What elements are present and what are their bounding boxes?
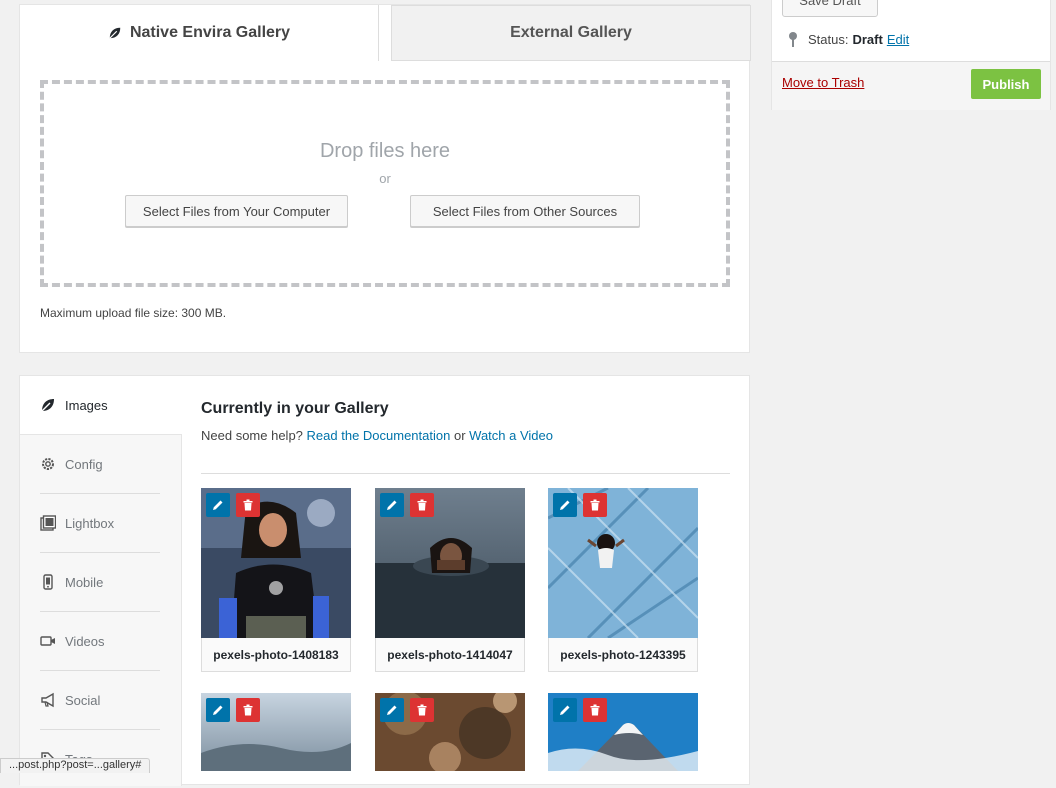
delete-image-button[interactable] [410,698,434,722]
trash-icon [590,704,600,716]
pin-icon [789,32,797,47]
delete-image-button[interactable] [583,698,607,722]
pencil-icon [213,500,223,510]
publish-panel: Save Draft Status: Draft Edit Move to Tr… [771,0,1051,110]
edit-image-button[interactable] [380,698,404,722]
nav-label: Config [65,456,103,472]
nav-item-videos[interactable]: Videos [40,612,160,670]
trash-icon [590,499,600,511]
nav-item-images[interactable]: Images [40,376,160,434]
nav-label: Mobile [65,574,104,590]
gallery-image-item[interactable] [548,693,698,771]
edit-image-button[interactable] [206,493,230,517]
nav-label: Images [65,397,108,413]
post-status-row: Status: Draft Edit [786,31,909,47]
gallery-image-item[interactable]: pexels-photo-1414047 [375,488,525,672]
leaf-icon [41,399,54,412]
megaphone-icon [41,692,54,708]
drop-or-text: or [379,171,391,186]
tab-label: External Gallery [510,24,632,41]
pencil-icon [560,500,570,510]
tab-label: Native Envira Gallery [129,24,291,41]
select-files-computer-button[interactable]: Select Files from Your Computer [125,195,348,227]
drop-files-title: Drop files here [319,140,451,162]
gear-icon [42,458,54,470]
image-filename: pexels-photo-1414047 [375,638,525,672]
nav-item-lightbox[interactable]: Lightbox [40,494,160,552]
nav-label: Videos [65,633,105,649]
delete-image-button[interactable] [236,493,260,517]
select-files-other-sources-button[interactable]: Select Files from Other Sources [410,195,640,227]
video-icon [40,636,55,646]
delete-image-button[interactable] [236,698,260,722]
leaf-icon [109,27,121,39]
trash-icon [243,499,253,511]
status-label: Status: [808,31,849,47]
max-upload-size-note: Maximum upload file size: 300 MB. [40,306,227,320]
gallery-image-item[interactable] [375,693,525,771]
gallery-help-text: Need some help? Read the Documentation o… [201,428,553,443]
image-filename: pexels-photo-1243395 [548,638,698,672]
tab-external-gallery[interactable]: External Gallery [391,5,751,61]
upload-panel: Native Envira Gallery External Gallery D… [19,4,751,353]
move-to-trash-link[interactable]: Move to Trash [782,75,864,90]
publish-button[interactable]: Publish [971,69,1041,99]
save-draft-button[interactable]: Save Draft [782,0,878,17]
status-edit-link[interactable]: Edit [887,32,909,47]
edit-image-button[interactable] [206,698,230,722]
edit-image-button[interactable] [380,493,404,517]
nav-item-social[interactable]: Social [40,671,160,729]
image-filename: pexels-photo-1408183 [201,638,351,672]
pencil-icon [560,705,570,715]
gallery-image-item[interactable]: pexels-photo-1408183 [201,488,351,672]
edit-image-button[interactable] [553,698,577,722]
gallery-heading: Currently in your Gallery [201,400,389,417]
tab-native-envira-gallery[interactable]: Native Envira Gallery [20,5,379,61]
delete-image-button[interactable] [583,493,607,517]
mobile-icon [43,574,53,590]
watch-video-link[interactable]: Watch a Video [469,428,553,443]
nav-label: Lightbox [65,515,115,531]
browser-status-url: ...post.php?post=...gallery# [0,758,151,773]
delete-image-button[interactable] [410,493,434,517]
pencil-icon [387,500,397,510]
trash-icon [243,704,253,716]
gallery-image-item[interactable]: pexels-photo-1243395 [548,488,698,672]
pencil-icon [387,705,397,715]
lightbox-icon [40,515,56,531]
trash-icon [417,499,427,511]
nav-label: Social [65,692,101,708]
pencil-icon [213,705,223,715]
status-value: Draft [852,31,883,47]
gallery-panel: Images Config Lightbox Mobile Videos Soc… [19,375,750,786]
nav-item-config[interactable]: Config [40,435,160,493]
gallery-image-item[interactable] [201,693,351,771]
nav-item-mobile[interactable]: Mobile [40,553,160,611]
gallery-settings-nav: Images Config Lightbox Mobile Videos Soc… [20,376,182,786]
help-prefix: Need some help? [201,428,303,443]
help-or: or [453,428,466,443]
edit-image-button[interactable] [553,493,577,517]
drop-zone[interactable]: Drop files here or Select Files from You… [40,80,730,287]
divider [201,473,730,474]
trash-icon [417,704,427,716]
publish-actions: Move to Trash Publish [772,61,1050,110]
read-documentation-link[interactable]: Read the Documentation [307,428,451,443]
